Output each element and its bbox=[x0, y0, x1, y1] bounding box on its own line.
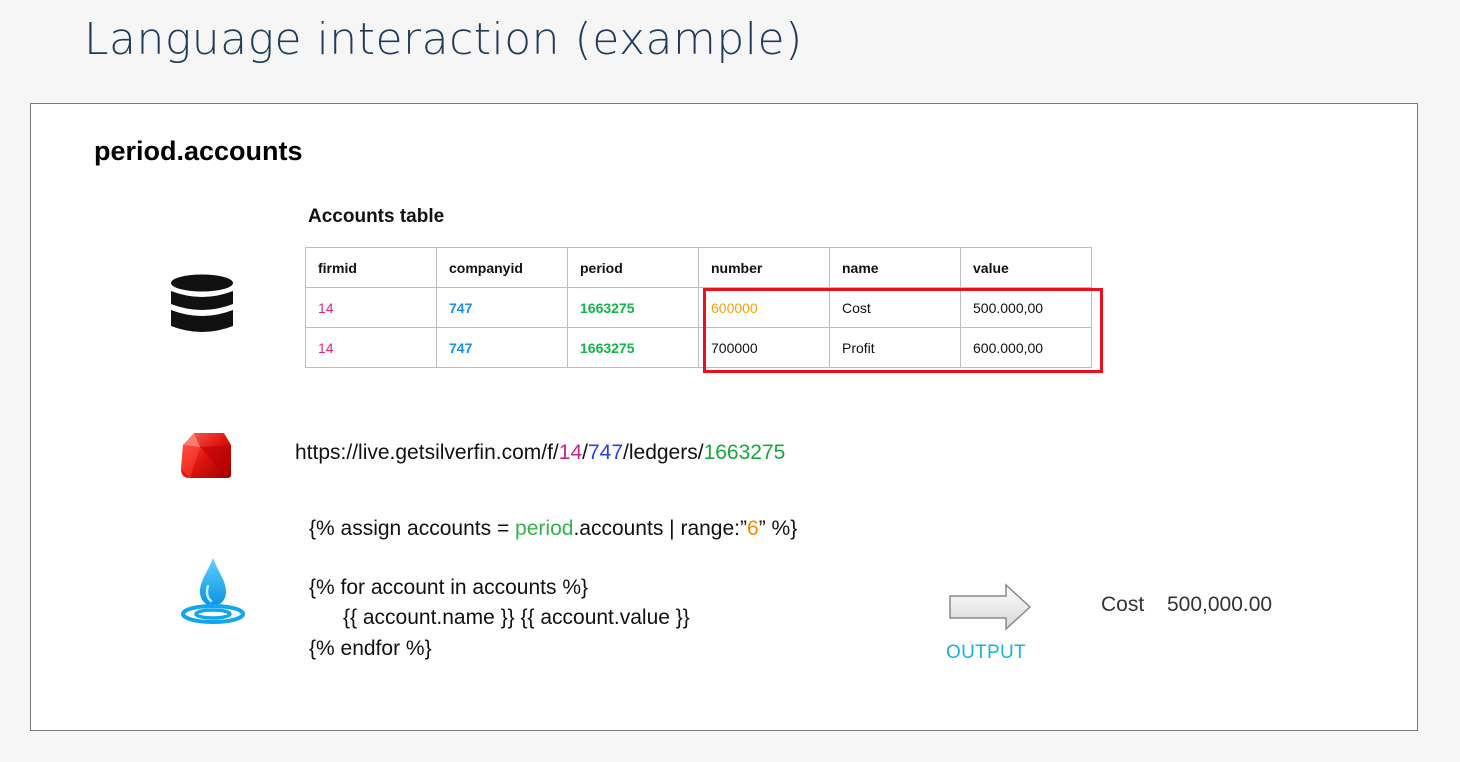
cell-period: 1663275 bbox=[567, 287, 699, 328]
cell-name: Profit bbox=[829, 327, 961, 368]
object-name: period.accounts bbox=[94, 136, 303, 166]
code-body-line: {{ account.name }} {{ account.value }} bbox=[343, 606, 690, 629]
cell-firmid: 14 bbox=[305, 287, 437, 328]
url-firm-id: 14 bbox=[558, 441, 583, 464]
cell-period: 1663275 bbox=[567, 327, 699, 368]
accounts-table: firmid companyid period number name valu… bbox=[305, 247, 1092, 368]
table-title: Accounts table bbox=[308, 206, 445, 227]
cell-companyid: 747 bbox=[436, 287, 568, 328]
column-header: firmid bbox=[305, 247, 437, 288]
cell-value: 500.000,00 bbox=[960, 287, 1092, 328]
slide-title: Language interaction (example) bbox=[84, 14, 803, 65]
code-range-value: 6 bbox=[747, 517, 759, 540]
cell-number: 700000 bbox=[698, 327, 830, 368]
table-header-row: firmid companyid period number name valu… bbox=[305, 247, 1092, 288]
column-header: number bbox=[698, 247, 830, 288]
table-row: 14 747 1663275 600000 Cost 500.000,00 bbox=[305, 287, 1092, 328]
output-label: OUTPUT bbox=[946, 642, 1026, 663]
output-name: Cost bbox=[1101, 593, 1145, 616]
ledger-url: https://live.getsilverfin.com/f/14/747/l… bbox=[295, 441, 785, 465]
code-for-line: {% for account in accounts %} bbox=[309, 576, 588, 599]
column-header: value bbox=[960, 247, 1092, 288]
code-assign-mid: .accounts | range:” bbox=[573, 517, 747, 540]
code-assign-pre: {% assign accounts = bbox=[309, 517, 516, 540]
url-company-id: 747 bbox=[587, 441, 624, 464]
column-header: name bbox=[829, 247, 961, 288]
ruby-gem-icon bbox=[180, 431, 232, 484]
cell-number: 600000 bbox=[698, 287, 830, 328]
url-prefix: https://live.getsilverfin.com/f/ bbox=[295, 441, 559, 464]
url-ledgers-segment: /ledgers/ bbox=[623, 441, 704, 464]
code-endfor-line: {% endfor %} bbox=[309, 637, 432, 660]
cell-name: Cost bbox=[829, 287, 961, 328]
url-period-id: 1663275 bbox=[703, 441, 786, 464]
content-panel bbox=[30, 103, 1418, 731]
cell-value: 600.000,00 bbox=[960, 327, 1092, 368]
column-header: companyid bbox=[436, 247, 568, 288]
database-icon bbox=[170, 274, 234, 341]
cell-companyid: 747 bbox=[436, 327, 568, 368]
column-header: period bbox=[567, 247, 699, 288]
code-assign-line: {% assign accounts = period.accounts | r… bbox=[309, 517, 797, 541]
arrow-right-icon bbox=[948, 583, 1032, 636]
output-value: 500,000.00 bbox=[1167, 593, 1273, 616]
water-drop-icon bbox=[180, 556, 246, 633]
code-assign-post: ” %} bbox=[758, 517, 798, 540]
table-row: 14 747 1663275 700000 Profit 600.000,00 bbox=[305, 327, 1092, 368]
cell-firmid: 14 bbox=[305, 327, 437, 368]
code-period-keyword: period bbox=[515, 517, 574, 540]
